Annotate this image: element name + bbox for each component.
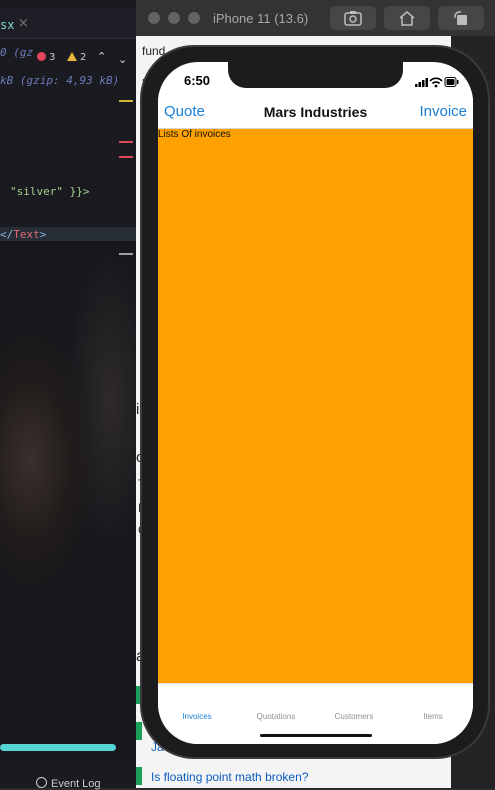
phone-notch bbox=[228, 62, 403, 88]
error-count: 3 bbox=[49, 52, 56, 63]
code-string-text: "silver" }}> bbox=[10, 185, 90, 198]
warning-badge[interactable]: 2 bbox=[67, 52, 86, 63]
vote-marker bbox=[136, 767, 142, 785]
warning-count: 2 bbox=[80, 52, 87, 63]
horizontal-scrollbar[interactable] bbox=[0, 744, 116, 751]
web-text-fragment: I bbox=[138, 501, 142, 515]
editor-background-image bbox=[0, 240, 136, 760]
invoice-button[interactable]: Invoice bbox=[419, 103, 467, 120]
code-tag-close: > bbox=[39, 228, 47, 241]
screenshot-icon bbox=[344, 11, 362, 26]
event-log-icon bbox=[36, 777, 47, 788]
question-link[interactable]: Is floating point math broken? bbox=[151, 770, 308, 784]
status-time: 6:50 bbox=[184, 73, 211, 88]
tab-quotations[interactable]: Quotations bbox=[237, 712, 315, 721]
code-string: "silver" }}> bbox=[10, 185, 89, 198]
invoices-list-label: Lists Of invoices bbox=[158, 129, 231, 140]
editor-output-line: kB (gzip: 4,93 kB) bbox=[0, 74, 120, 87]
cellular-icon bbox=[415, 78, 428, 87]
window-close-button[interactable] bbox=[148, 12, 160, 24]
home-indicator[interactable] bbox=[260, 734, 372, 737]
event-log-label: Event Log bbox=[51, 778, 101, 790]
chevron-down-icon[interactable]: ⌄ bbox=[118, 53, 127, 66]
editor-tab-name: sx bbox=[0, 18, 15, 32]
tab-items[interactable]: Items bbox=[394, 712, 472, 721]
navigation-bar: Quote Mars Industries Invoice bbox=[158, 92, 473, 129]
home-button[interactable] bbox=[384, 6, 430, 30]
code-editor-pane: sx × 0 (gz kB (gzip: 4,93 kB) 3 2 ⌃ ⌄ "s… bbox=[0, 0, 136, 788]
status-icons bbox=[415, 75, 459, 93]
simulator-title-bar: iPhone 11 (13.6) bbox=[136, 0, 495, 36]
simulator-title: iPhone 11 (13.6) bbox=[213, 11, 309, 26]
battery-icon bbox=[444, 77, 459, 87]
editor-output-line: 0 (gz bbox=[0, 46, 34, 59]
window-zoom-button[interactable] bbox=[188, 12, 200, 24]
phone-screen: 6:50 Quote Mars Industries Invoice Lists… bbox=[158, 62, 473, 744]
code-closing-tag: </Text> bbox=[0, 228, 46, 241]
close-icon[interactable]: × bbox=[18, 16, 29, 31]
warning-icon bbox=[67, 52, 77, 61]
invoices-content: Lists Of invoices bbox=[158, 129, 473, 683]
editor-file-tab[interactable]: sx × bbox=[0, 8, 136, 39]
window-minimize-button[interactable] bbox=[168, 12, 180, 24]
rotate-icon bbox=[454, 11, 467, 25]
event-log-button[interactable]: Event Log bbox=[36, 777, 101, 790]
home-icon bbox=[399, 11, 415, 26]
vote-marker bbox=[136, 722, 142, 740]
rotate-button[interactable] bbox=[438, 6, 484, 30]
code-tag-name: Text bbox=[13, 228, 40, 241]
screenshot-button[interactable] bbox=[330, 6, 376, 30]
tab-invoices[interactable]: Invoices bbox=[158, 712, 236, 721]
tab-customers[interactable]: Customers bbox=[315, 712, 393, 721]
wifi-icon bbox=[429, 77, 443, 88]
code-tag-open: </ bbox=[0, 228, 14, 241]
chevron-up-icon[interactable]: ⌃ bbox=[97, 50, 106, 63]
error-icon bbox=[37, 52, 46, 61]
error-badge[interactable]: 3 bbox=[37, 52, 55, 63]
web-text-fragment: fund bbox=[142, 44, 166, 58]
